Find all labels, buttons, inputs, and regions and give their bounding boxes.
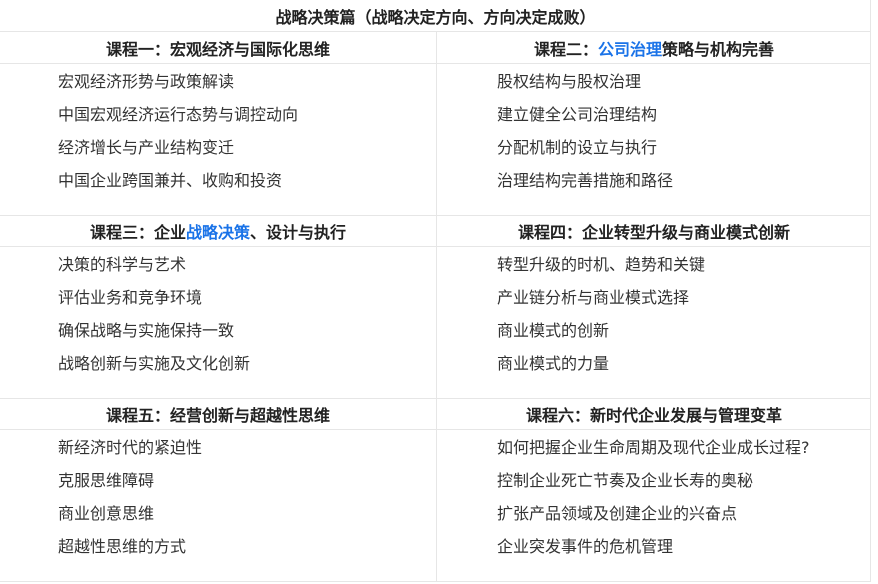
course-1-header: 课程一：宏观经济与国际化思维 — [0, 32, 436, 64]
list-item: 克服思维障碍 — [58, 471, 155, 490]
list-item: 产业链分析与商业模式选择 — [497, 288, 690, 307]
list-item: 扩张产品领域及创建企业的兴奋点 — [497, 504, 738, 523]
course-3-header: 课程三：企业 战略决策 、设计与执行 — [0, 215, 436, 247]
list-item: 商业模式的力量 — [497, 354, 610, 373]
list-item: 评估业务和竞争环境 — [58, 288, 203, 307]
list-item: 企业突发事件的危机管理 — [497, 537, 674, 556]
list-item: 中国企业跨国兼并、收购和投资 — [58, 171, 283, 190]
list-item: 经济增长与产业结构变迁 — [58, 138, 235, 157]
course-4-topics: 转型升级的时机、趋势和关键 产业链分析与商业模式选择 商业模式的创新 商业模式的… — [497, 248, 705, 380]
list-item: 建立健全公司治理结构 — [497, 105, 658, 124]
course-6-topics: 如何把握企业生命周期及现代企业成长过程? 控制企业死亡节奏及企业长寿的奥秘 扩张… — [497, 431, 810, 563]
list-item: 确保战略与实施保持一致 — [58, 321, 235, 340]
column-divider — [436, 32, 437, 582]
course-3-title-highlight[interactable]: 战略决策 — [186, 219, 250, 243]
course-5-header: 课程五：经营创新与超越性思维 — [0, 398, 436, 430]
course-6-header: 课程六：新时代企业发展与管理变革 — [437, 398, 871, 430]
course-5-topics: 新经济时代的紧迫性 克服思维障碍 商业创意思维 超越性思维的方式 — [58, 431, 202, 563]
list-item: 中国宏观经济运行态势与调控动向 — [58, 105, 299, 124]
list-item: 商业创意思维 — [58, 504, 155, 523]
course-table: 战略决策篇（战略决定方向、方向决定成败） 课程一：宏观经济与国际化思维 课程二：… — [0, 0, 871, 582]
course-3-topics: 决策的科学与艺术 评估业务和竞争环境 确保战略与实施保持一致 战略创新与实施及文… — [58, 248, 250, 380]
list-item: 战略创新与实施及文化创新 — [58, 354, 251, 373]
course-4-title: 课程四：企业转型升级与商业模式创新 — [517, 222, 790, 242]
course-2-header: 课程二： 公司治理 策略与机构完善 — [437, 32, 871, 64]
course-5-title: 课程五：经营创新与超越性思维 — [105, 405, 330, 425]
course-1-topics: 宏观经济形势与政策解读 中国宏观经济运行态势与调控动向 经济增长与产业结构变迁 … — [58, 65, 298, 197]
table-title: 战略决策篇（战略决定方向、方向决定成败） — [0, 0, 871, 32]
list-item: 如何把握企业生命周期及现代企业成长过程? — [497, 438, 810, 457]
list-item: 决策的科学与艺术 — [58, 255, 187, 274]
list-item: 治理结构完善措施和路径 — [497, 171, 674, 190]
list-item: 股权结构与股权治理 — [497, 72, 642, 91]
course-2-title-tail: 策略与机构完善 — [662, 39, 775, 59]
course-3-title: 课程三：企业 — [89, 222, 186, 242]
course-1-title: 课程一：宏观经济与国际化思维 — [105, 39, 330, 59]
list-item: 商业模式的创新 — [497, 321, 610, 340]
course-6-title: 课程六：新时代企业发展与管理变革 — [525, 405, 782, 425]
course-4-header: 课程四：企业转型升级与商业模式创新 — [437, 215, 871, 247]
list-item: 新经济时代的紧迫性 — [58, 438, 203, 457]
list-item: 控制企业死亡节奏及企业长寿的奥秘 — [497, 471, 754, 490]
course-3-title-tail: 、设计与执行 — [250, 222, 347, 242]
list-item: 转型升级的时机、趋势和关键 — [497, 255, 706, 274]
list-item: 宏观经济形势与政策解读 — [58, 72, 235, 91]
course-2-title: 课程二： — [533, 39, 598, 59]
course-2-topics: 股权结构与股权治理 建立健全公司治理结构 分配机制的设立与执行 治理结构完善措施… — [497, 65, 673, 197]
course-2-title-highlight[interactable]: 公司治理 — [598, 36, 662, 60]
list-item: 超越性思维的方式 — [58, 537, 187, 556]
list-item: 分配机制的设立与执行 — [497, 138, 658, 157]
